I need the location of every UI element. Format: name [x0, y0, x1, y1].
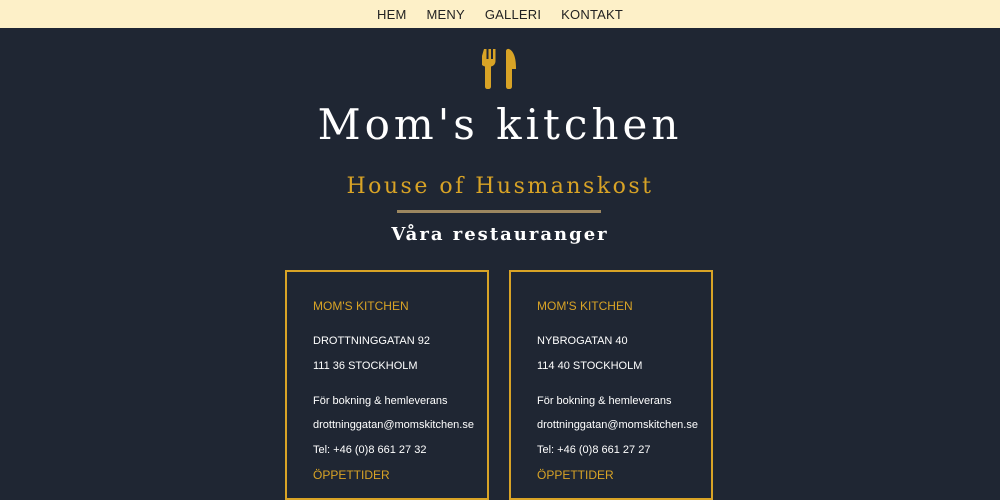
restaurant-name: MOM'S KITCHEN — [313, 299, 409, 313]
nav-link-galleri[interactable]: GALLERI — [485, 7, 541, 22]
restaurant-card: MOM'S KITCHEN DROTTNINGGATAN 92 111 36 S… — [285, 270, 489, 500]
opening-hours-heading: ÖPPETTIDER — [313, 468, 390, 482]
restaurant-city: 114 40 STOCKHOLM — [537, 360, 643, 372]
fork-knife-icon — [482, 48, 516, 89]
restaurant-street: NYBROGATAN 40 — [537, 335, 628, 347]
title-divider — [397, 210, 601, 213]
site-title: Mom's kitchen — [317, 100, 683, 149]
restaurant-card: MOM'S KITCHEN NYBROGATAN 40 114 40 STOCK… — [509, 270, 713, 500]
booking-label: För bokning & hemleverans — [537, 395, 672, 407]
restaurant-street: DROTTNINGGATAN 92 — [313, 335, 430, 347]
opening-hours-heading: ÖPPETTIDER — [537, 468, 614, 482]
nav-link-kontakt[interactable]: KONTAKT — [561, 7, 623, 22]
restaurant-email[interactable]: drottninggatan@momskitchen.se — [313, 419, 474, 431]
nav-link-meny[interactable]: MENY — [426, 7, 464, 22]
restaurant-email[interactable]: drottninggatan@momskitchen.se — [537, 419, 698, 431]
restaurant-phone: Tel: +46 (0)8 661 27 32 — [313, 444, 427, 456]
nav-link-hem[interactable]: HEM — [377, 7, 407, 22]
site-subtitle: House of Husmanskost — [346, 174, 654, 199]
top-nav: HEM MENY GALLERI KONTAKT — [0, 0, 1000, 28]
restaurant-name: MOM'S KITCHEN — [537, 299, 633, 313]
restaurant-phone: Tel: +46 (0)8 661 27 27 — [537, 444, 651, 456]
booking-label: För bokning & hemleverans — [313, 395, 448, 407]
restaurant-city: 111 36 STOCKHOLM — [313, 360, 418, 372]
restaurants-heading: Våra restauranger — [391, 224, 609, 245]
